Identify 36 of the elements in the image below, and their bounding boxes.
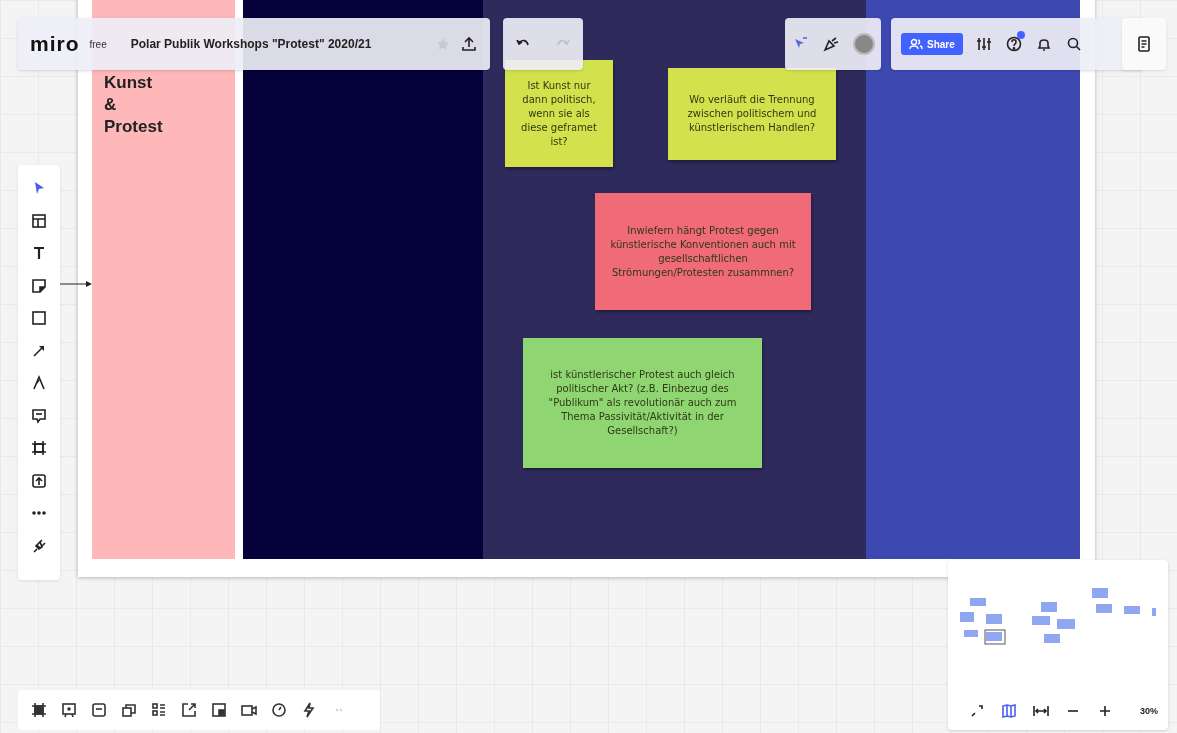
party-icon[interactable] bbox=[822, 35, 840, 53]
notification-badge bbox=[1016, 31, 1025, 39]
sticky-note[interactable]: ist künstlerischer Protest auch gleich politischer Akt? (z.B. Einbezug des "Publikum" als revolutionär auch zum Thema Passivität/Aktivität in der Gesellschaft?) bbox=[523, 338, 762, 468]
comment-icon[interactable] bbox=[90, 701, 108, 719]
frame-icon[interactable] bbox=[30, 701, 48, 719]
user-avatar[interactable] bbox=[852, 33, 875, 55]
pen-icon[interactable] bbox=[30, 374, 48, 392]
help-icon[interactable] bbox=[1004, 35, 1023, 53]
square-icon[interactable] bbox=[30, 309, 48, 327]
notes-button[interactable] bbox=[1122, 18, 1166, 70]
share-button[interactable]: Share bbox=[901, 33, 963, 55]
frame-icon[interactable] bbox=[30, 439, 48, 457]
embed-icon[interactable] bbox=[210, 701, 228, 719]
grid-list-icon[interactable] bbox=[150, 701, 168, 719]
share-screen-icon[interactable] bbox=[180, 701, 198, 719]
upload-icon[interactable] bbox=[30, 471, 48, 490]
sticky-note[interactable]: Inwiefern hängt Protest gegen künstlerische Konventionen auch mit gesellschaftlichen Strömungen/Protesten zusammnen? bbox=[595, 193, 811, 310]
comment-icon[interactable] bbox=[30, 406, 48, 425]
frame-title: Kunst & Protest bbox=[104, 72, 163, 138]
map-icon[interactable] bbox=[1000, 702, 1018, 720]
connector-arrow bbox=[60, 278, 92, 290]
zoom-level[interactable]: 30% bbox=[1140, 706, 1158, 716]
sticky-note[interactable]: Wo verläuft die Trennung zwischen politischem und künstlerischem Handlen? bbox=[668, 68, 836, 160]
sticky-note[interactable]: Ist Kunst nur dann politisch, wenn sie als diese geframet ist? bbox=[505, 60, 613, 167]
presentation-icon[interactable] bbox=[60, 701, 78, 719]
template-icon[interactable] bbox=[30, 211, 48, 230]
app-logo[interactable]: miro bbox=[30, 32, 80, 56]
people-icon bbox=[909, 38, 923, 50]
sticky-note-icon[interactable] bbox=[30, 276, 48, 295]
sliders-icon[interactable] bbox=[974, 35, 993, 53]
cards-icon[interactable] bbox=[120, 701, 138, 719]
upload-icon[interactable] bbox=[460, 35, 478, 53]
timer-icon[interactable] bbox=[270, 701, 288, 719]
board-title[interactable]: Polar Publik Workshops "Protest" 2020/21 bbox=[130, 37, 372, 51]
document-icon bbox=[1135, 35, 1153, 53]
plan-label[interactable]: free bbox=[89, 38, 107, 50]
